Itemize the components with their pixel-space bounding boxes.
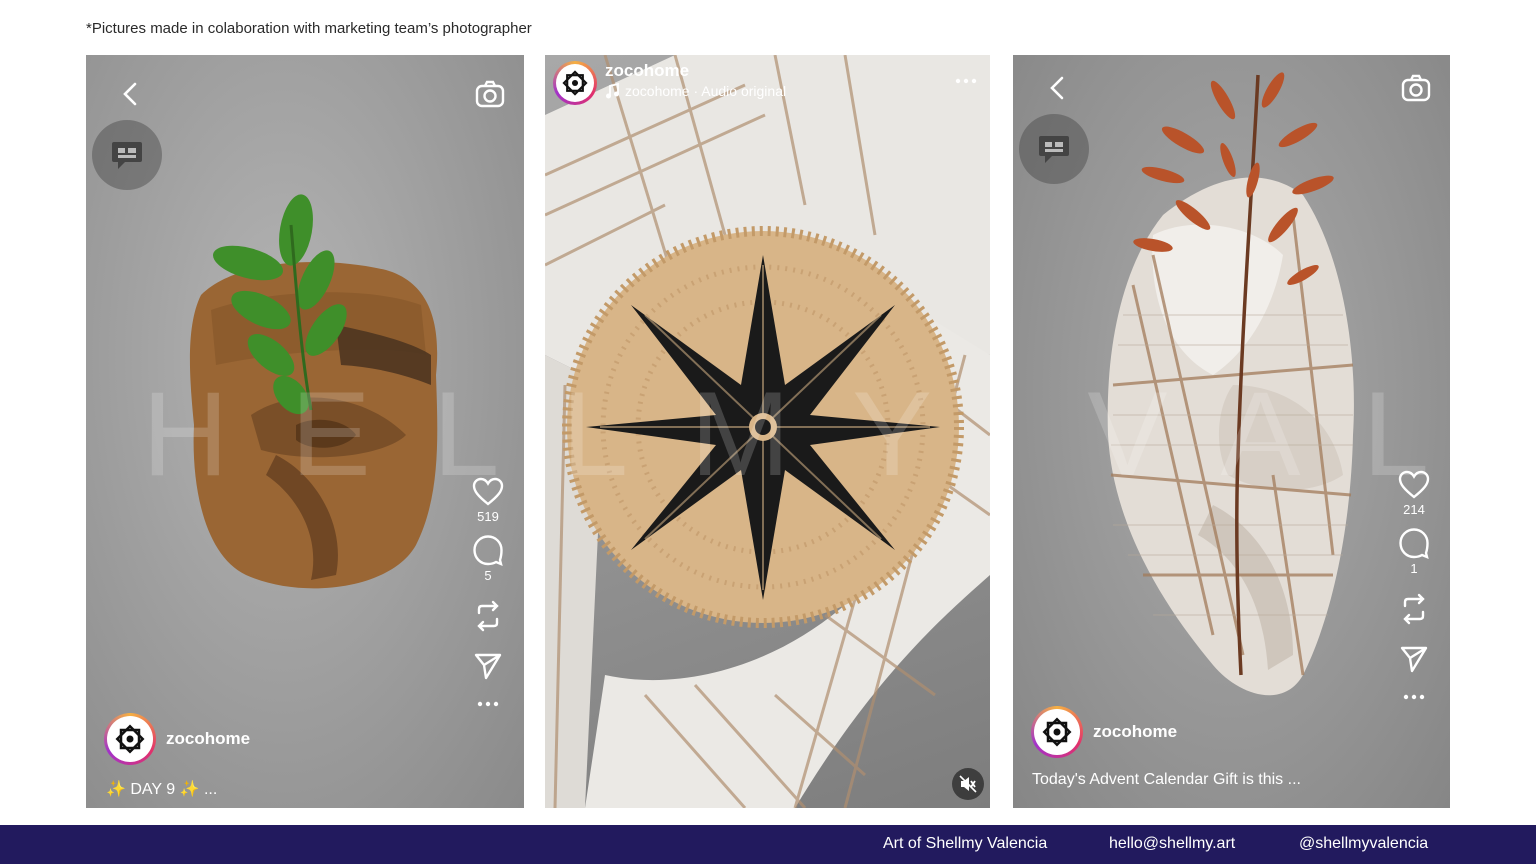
reel-header: zocohome zocohome · Audio original bbox=[553, 61, 786, 105]
more-icon[interactable] bbox=[473, 699, 503, 709]
account-name[interactable]: zocohome bbox=[605, 61, 786, 81]
audio-text: zocohome · Audio original bbox=[625, 83, 787, 99]
comment-icon[interactable] bbox=[472, 534, 504, 566]
reel-screenshot-3: 214 1 zocohome Today's Advent Calendar G… bbox=[1013, 55, 1450, 808]
more-icon[interactable] bbox=[1399, 692, 1429, 702]
rattan-placemat-photo bbox=[545, 55, 990, 808]
brand-logo-icon bbox=[115, 724, 145, 754]
like-count: 214 bbox=[1403, 502, 1425, 517]
reel-screenshot-1: 519 5 zocohome ✨ DAY 9 ✨ ... bbox=[86, 55, 524, 808]
mute-button[interactable] bbox=[952, 768, 984, 800]
account-name[interactable]: zocohome bbox=[166, 729, 250, 749]
avatar[interactable] bbox=[1031, 706, 1083, 758]
footer-name: Art of Shellmy Valencia bbox=[883, 835, 1048, 852]
action-column: 214 1 bbox=[1394, 470, 1434, 702]
brand-logo-icon bbox=[1042, 717, 1072, 747]
post-caption[interactable]: Today's Advent Calendar Gift is this ... bbox=[1032, 771, 1301, 789]
comment-icon[interactable] bbox=[1398, 527, 1430, 559]
avatar[interactable] bbox=[104, 713, 156, 765]
camera-icon[interactable] bbox=[1401, 74, 1431, 102]
collaboration-note: *Pictures made in colaboration with mark… bbox=[86, 20, 532, 37]
more-icon[interactable] bbox=[954, 77, 978, 85]
chat-bubble-icon bbox=[112, 142, 142, 169]
heart-icon[interactable] bbox=[472, 477, 504, 507]
chat-bubble-icon bbox=[1039, 136, 1069, 163]
like-count: 519 bbox=[477, 509, 499, 524]
back-icon[interactable] bbox=[120, 81, 142, 107]
send-icon[interactable] bbox=[473, 651, 503, 681]
chat-bubble-button[interactable] bbox=[1019, 114, 1089, 184]
reel-screenshot-2: zocohome zocohome · Audio original bbox=[545, 55, 990, 808]
action-column: 519 5 bbox=[468, 477, 508, 709]
chat-bubble-button[interactable] bbox=[92, 120, 162, 190]
profile-row[interactable]: zocohome bbox=[1031, 706, 1177, 758]
camera-icon[interactable] bbox=[475, 80, 505, 108]
account-name[interactable]: zocohome bbox=[1093, 722, 1177, 742]
music-note-icon bbox=[606, 83, 619, 99]
audio-label[interactable]: zocohome · Audio original bbox=[605, 83, 786, 99]
comment-count: 5 bbox=[484, 568, 492, 583]
mute-icon bbox=[959, 775, 977, 793]
footer-bar: Art of Shellmy Valencia hello@shellmy.ar… bbox=[0, 825, 1536, 864]
comment-count: 1 bbox=[1410, 561, 1418, 576]
send-icon[interactable] bbox=[1399, 644, 1429, 674]
repost-icon[interactable] bbox=[1399, 592, 1429, 626]
heart-icon[interactable] bbox=[1398, 470, 1430, 500]
brand-logo-icon bbox=[562, 70, 588, 96]
footer-email[interactable]: hello@shellmy.art bbox=[1109, 835, 1235, 853]
back-icon[interactable] bbox=[1047, 75, 1069, 101]
repost-icon[interactable] bbox=[473, 599, 503, 633]
post-caption[interactable]: ✨ DAY 9 ✨ ... bbox=[106, 779, 217, 799]
profile-row[interactable]: zocohome bbox=[104, 713, 250, 765]
footer-handle[interactable]: @shellmyvalencia bbox=[1299, 835, 1428, 853]
avatar[interactable] bbox=[553, 61, 597, 105]
